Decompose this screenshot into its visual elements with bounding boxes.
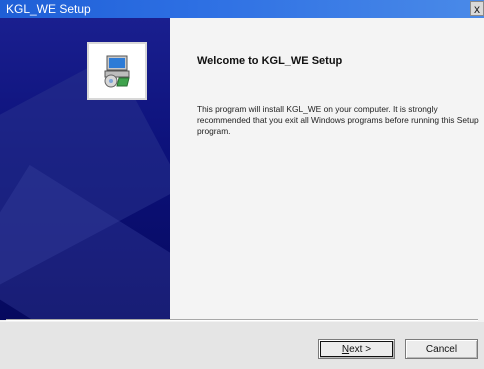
setup-icon-frame (87, 42, 147, 100)
button-bar: Next > Cancel (0, 322, 484, 369)
footer-separator (6, 319, 478, 321)
left-banner-panel (0, 18, 170, 320)
next-button[interactable]: Next > (318, 339, 395, 359)
welcome-description: This program will install KGL_WE on your… (197, 104, 479, 136)
setup-window: KGL_WE Setup x Welcome to KGL_WE Setup T… (0, 0, 484, 369)
setup-computer-icon (104, 55, 130, 88)
cancel-button[interactable]: Cancel (405, 339, 478, 359)
title-bar[interactable]: KGL_WE Setup x (0, 0, 484, 18)
next-label: ext > (349, 344, 372, 355)
window-title: KGL_WE Setup (6, 2, 91, 16)
close-button[interactable]: x (470, 1, 484, 16)
welcome-content: Welcome to KGL_WE Setup This program wil… (170, 18, 484, 320)
welcome-heading: Welcome to KGL_WE Setup (197, 55, 343, 67)
